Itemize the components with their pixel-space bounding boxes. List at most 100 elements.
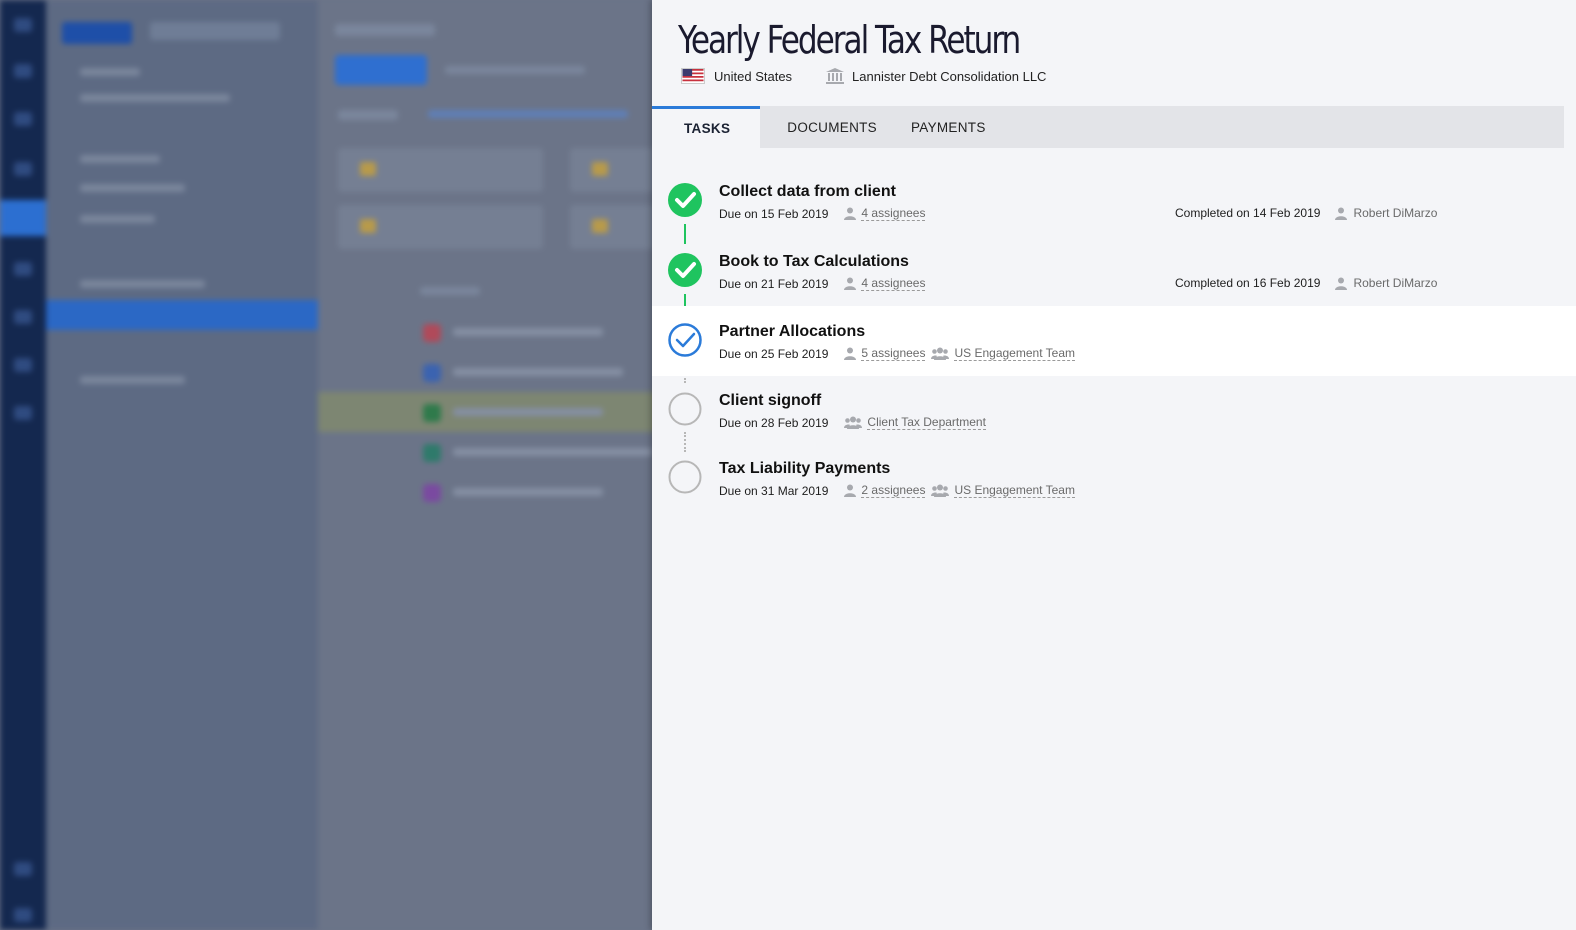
drawer-title: Yearly Federal Tax Return: [678, 18, 1021, 62]
background-logo: [62, 22, 132, 44]
background-card: [338, 205, 543, 249]
task-item[interactable]: Client signoff Due on 28 Feb 2019 Client…: [652, 375, 1576, 445]
completed-date: Completed on 16 Feb 2019: [1175, 276, 1321, 290]
bank-icon: [826, 68, 845, 84]
entity: Lannister Debt Consolidation LLC: [826, 68, 1046, 84]
background-rail-icon: [14, 162, 32, 176]
person-icon: [844, 207, 857, 220]
team-link[interactable]: US Engagement Team: [931, 346, 1075, 361]
background-row: [318, 312, 660, 352]
task-drawer: Yearly Federal Tax Return United States …: [652, 0, 1576, 930]
task-details: Due on 31 Mar 2019 2 assignees US Engage…: [719, 483, 1075, 498]
background-line: [80, 376, 185, 384]
tab-documents[interactable]: DOCUMENTS: [760, 106, 894, 148]
background-line: [420, 287, 480, 295]
check-complete-icon: [668, 253, 702, 287]
background-rail-icon: [14, 406, 32, 420]
background-line: [80, 68, 140, 76]
background-row: [318, 352, 660, 392]
background-line: [80, 155, 160, 163]
assignees-label: 2 assignees: [861, 483, 926, 498]
team-label: US Engagement Team: [954, 346, 1075, 361]
background-line: [80, 184, 185, 192]
assignees-link[interactable]: 5 assignees: [844, 346, 926, 361]
completion-info: Completed on 14 Feb 2019 Robert DiMarzo: [1175, 206, 1437, 220]
background-line: [428, 110, 628, 118]
completed-by: Robert DiMarzo: [1335, 276, 1437, 290]
assignees-label: 4 assignees: [861, 206, 926, 221]
background-rail-icon: [14, 862, 32, 876]
us-flag-icon: [681, 68, 705, 84]
tab-payments[interactable]: PAYMENTS: [894, 106, 986, 148]
task-due: Due on 21 Feb 2019: [719, 276, 829, 291]
task-details: Due on 28 Feb 2019 Client Tax Department: [719, 415, 986, 430]
drawer-meta: United States Lannister Debt Consolidati…: [681, 68, 1046, 84]
team-link[interactable]: Client Tax Department: [844, 415, 986, 430]
background-card: [338, 148, 543, 192]
background-line: [338, 110, 398, 120]
task-name[interactable]: Partner Allocations: [719, 323, 865, 341]
background-line: [445, 66, 585, 74]
background-sidebar-active: [46, 300, 318, 330]
tab-bar: TASKS DOCUMENTS PAYMENTS: [652, 106, 1564, 148]
background-rail-icon: [14, 358, 32, 372]
person-icon: [1335, 277, 1348, 290]
background-line: [335, 24, 435, 36]
person-icon: [844, 347, 857, 360]
country-label: United States: [714, 68, 793, 84]
background-rail-icon: [14, 310, 32, 324]
task-item[interactable]: Collect data from client Due on 15 Feb 2…: [652, 168, 1576, 238]
background-row: [318, 432, 660, 472]
team-icon: [844, 416, 863, 429]
assignees-label: 4 assignees: [861, 276, 926, 291]
person-icon: [1335, 207, 1348, 220]
background-card: [570, 205, 660, 249]
task-details: Due on 25 Feb 2019 5 assignees US Engage…: [719, 346, 1075, 361]
completed-by: Robert DiMarzo: [1335, 206, 1437, 220]
background-line: [80, 215, 155, 223]
tab-tasks[interactable]: TASKS: [652, 106, 761, 148]
completed-by-name: Robert DiMarzo: [1353, 206, 1438, 220]
completed-by-name: Robert DiMarzo: [1353, 276, 1438, 290]
task-item[interactable]: Tax Liability Payments Due on 31 Mar 201…: [652, 443, 1576, 513]
background-row: [318, 392, 660, 432]
background-logo-text: [150, 22, 280, 40]
background-rail-icon: [14, 64, 32, 78]
person-icon: [844, 277, 857, 290]
background-line: [80, 280, 205, 288]
circle-pending-icon: [668, 460, 702, 494]
task-due: Due on 25 Feb 2019: [719, 346, 829, 361]
circle-pending-icon: [668, 392, 702, 426]
background-nav-rail: [0, 0, 46, 930]
task-name[interactable]: Client signoff: [719, 392, 821, 410]
team-label: US Engagement Team: [954, 483, 1075, 498]
task-details: Due on 21 Feb 2019 4 assignees: [719, 276, 926, 291]
completed-date: Completed on 14 Feb 2019: [1175, 206, 1321, 220]
task-name[interactable]: Collect data from client: [719, 183, 896, 201]
background-rail-icon: [14, 262, 32, 276]
background-rail-active: [0, 200, 46, 236]
team-label: Client Tax Department: [867, 415, 986, 430]
team-icon: [931, 347, 950, 360]
team-link[interactable]: US Engagement Team: [931, 483, 1075, 498]
check-complete-icon: [668, 183, 702, 217]
assignees-link[interactable]: 2 assignees: [844, 483, 926, 498]
entity-label: Lannister Debt Consolidation LLC: [852, 68, 1047, 84]
background-card: [570, 148, 660, 192]
task-name[interactable]: Book to Tax Calculations: [719, 253, 909, 271]
background-rail-icon: [14, 908, 32, 922]
assignees-link[interactable]: 4 assignees: [844, 206, 926, 221]
task-due: Due on 15 Feb 2019: [719, 206, 829, 221]
person-icon: [844, 484, 857, 497]
completion-info: Completed on 16 Feb 2019 Robert DiMarzo: [1175, 276, 1437, 290]
background-button: [335, 55, 427, 85]
background-row: [318, 472, 660, 512]
assignees-label: 5 assignees: [861, 346, 926, 361]
background-line: [80, 94, 230, 102]
assignees-link[interactable]: 4 assignees: [844, 276, 926, 291]
background-rail-icon: [14, 18, 32, 32]
task-due: Due on 31 Mar 2019: [719, 483, 829, 498]
task-name[interactable]: Tax Liability Payments: [719, 460, 890, 478]
task-item-current[interactable]: Partner Allocations Due on 25 Feb 2019 5…: [652, 306, 1576, 376]
task-item[interactable]: Book to Tax Calculations Due on 21 Feb 2…: [652, 237, 1576, 307]
